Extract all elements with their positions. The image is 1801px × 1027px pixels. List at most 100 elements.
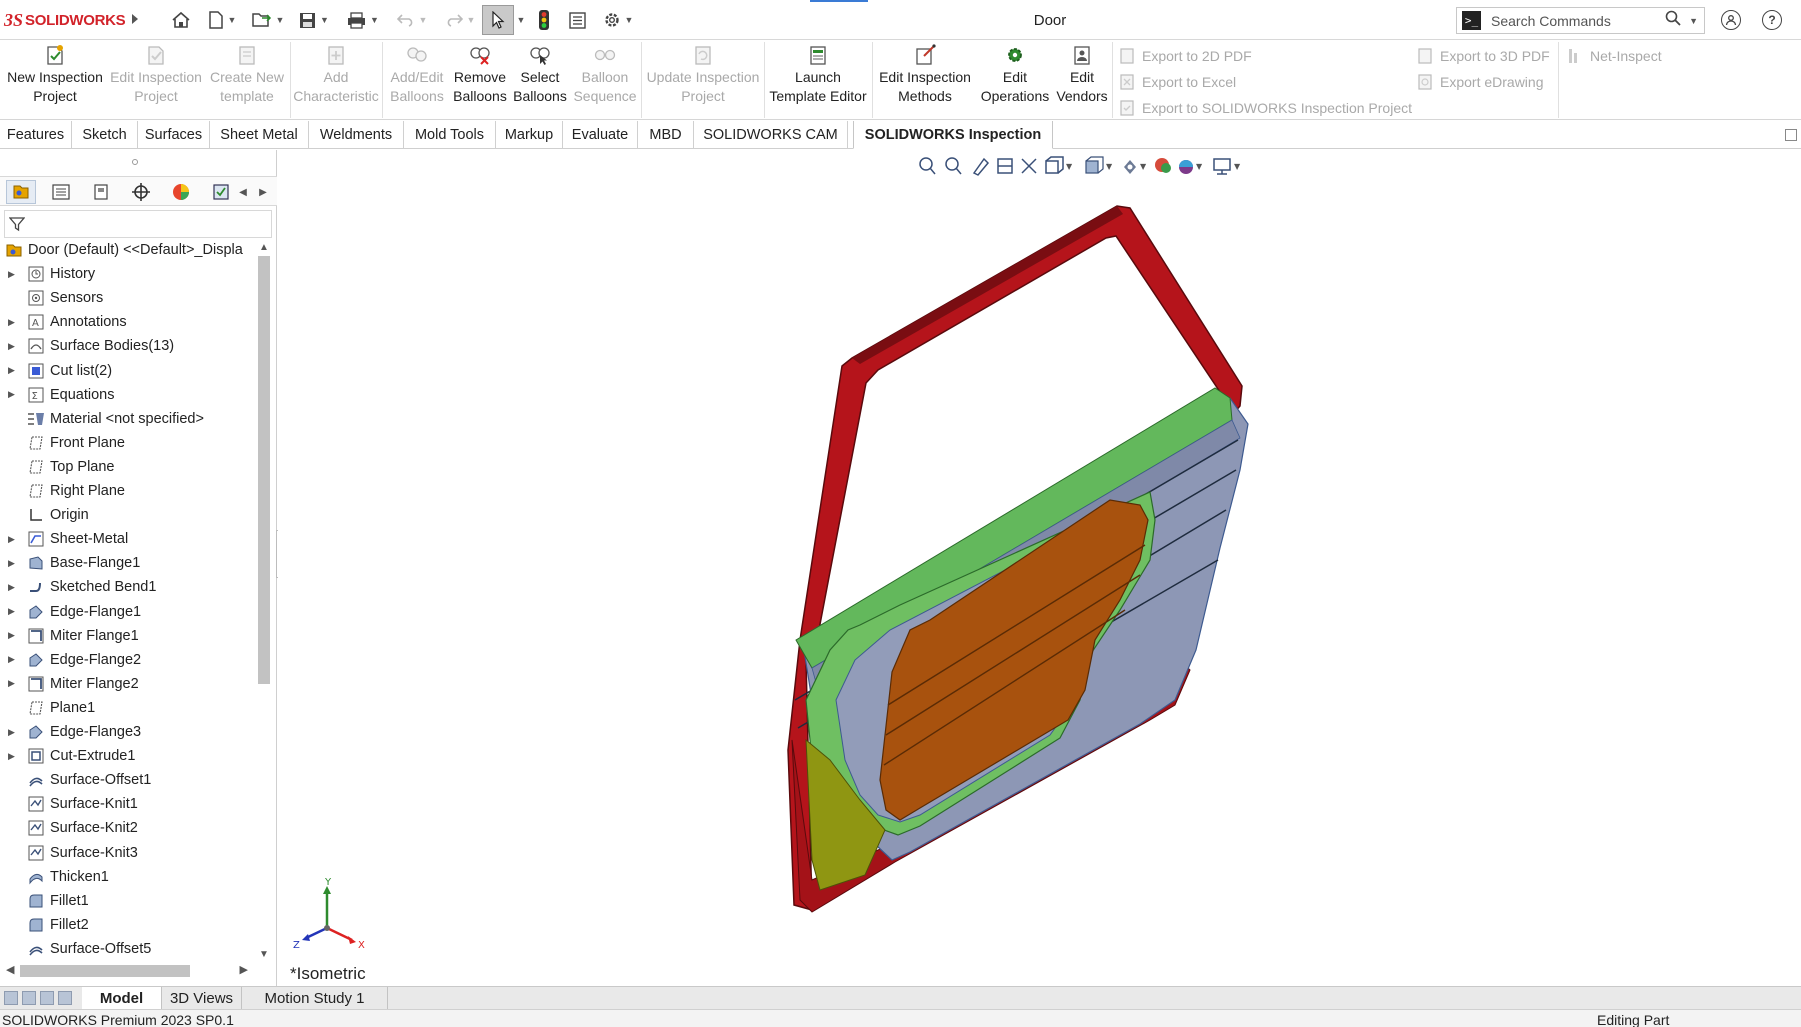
export-2d-pdf-button[interactable]: Export to 2D PDF (1118, 45, 1252, 67)
expand-arrow-icon[interactable]: ▶ (8, 365, 20, 376)
expand-arrow-icon[interactable]: ▶ (8, 678, 20, 689)
menu-flyout-arrow-icon[interactable] (132, 14, 138, 24)
first-tab-icon[interactable] (4, 991, 18, 1005)
tab-3d-views[interactable]: 3D Views (162, 987, 242, 1009)
tab-markup[interactable]: Markup (496, 121, 563, 149)
door-model-3d[interactable] (278, 150, 1801, 986)
tree-item[interactable]: Surface-Knit1 (0, 792, 258, 816)
options-gear-icon[interactable]: ▼ (600, 9, 636, 31)
expand-arrow-icon[interactable]: ▶ (8, 269, 20, 280)
next-tab-icon[interactable] (40, 991, 54, 1005)
remove-balloons-button[interactable]: Remove Balloons (452, 44, 508, 118)
tree-item[interactable]: ▶ Cut list(2) (0, 359, 258, 383)
scroll-thumb[interactable] (20, 965, 190, 977)
tree-item[interactable]: ▶ History (0, 262, 258, 286)
add-characteristic-button[interactable]: Add Characteristic (293, 44, 379, 118)
file-properties-icon[interactable] (566, 9, 588, 31)
new-document-icon[interactable]: ▼ (204, 9, 240, 31)
help-icon[interactable]: ? (1762, 10, 1782, 30)
prev-tab-icon[interactable] (22, 991, 36, 1005)
export-3d-pdf-button[interactable]: Export to 3D PDF (1416, 45, 1550, 67)
scroll-up-icon[interactable]: ▲ (259, 242, 269, 253)
redo-icon[interactable]: ▼ (440, 9, 480, 31)
tree-item[interactable]: Fillet2 (0, 913, 258, 937)
search-commands-box[interactable]: >_ Search Commands ▼ (1456, 7, 1705, 34)
expand-arrow-icon[interactable]: ▶ (8, 606, 20, 617)
feature-manager-tab-icon[interactable] (6, 180, 36, 204)
net-inspect-button[interactable]: Net-Inspect (1566, 45, 1662, 67)
tree-item[interactable]: ▶ Cut-Extrude1 (0, 744, 258, 768)
tree-root-door[interactable]: Door (Default) <<Default>_Displa (0, 238, 258, 262)
last-tab-icon[interactable] (58, 991, 72, 1005)
tab-solidworks-inspection[interactable]: SOLIDWORKS Inspection (853, 121, 1053, 149)
tree-item[interactable]: Fillet1 (0, 889, 258, 913)
tab-model[interactable]: Model (82, 987, 162, 1009)
tree-item[interactable]: ▶ Miter Flange2 (0, 672, 258, 696)
select-balloons-button[interactable]: Select Balloons (512, 44, 568, 118)
tree-item[interactable]: Thicken1 (0, 865, 258, 889)
tab-weldments[interactable]: Weldments (309, 121, 404, 149)
tree-item[interactable]: ▶ Sheet-Metal (0, 527, 258, 551)
launch-template-editor-button[interactable]: Launch Template Editor (768, 44, 868, 118)
print-icon[interactable]: ▼ (344, 9, 382, 31)
tree-item[interactable]: Front Plane (0, 431, 258, 455)
inspection-tab-icon[interactable] (206, 180, 236, 204)
panel-tab-prev-icon[interactable]: ◀ (234, 180, 252, 204)
tab-evaluate[interactable]: Evaluate (563, 121, 638, 149)
tree-item[interactable]: ▶ Edge-Flange2 (0, 648, 258, 672)
tab-sketch[interactable]: Sketch (72, 121, 138, 149)
user-account-icon[interactable] (1721, 10, 1741, 30)
expand-arrow-icon[interactable]: ▶ (8, 751, 20, 762)
expand-arrow-icon[interactable]: ▶ (8, 317, 20, 328)
graphics-viewport[interactable]: ▼ ▼ ▼ ▼ ▼ Y X Z *Isometric (278, 150, 1801, 986)
tree-horizontal-scrollbar[interactable]: ◀ ▶ (4, 962, 254, 980)
save-icon[interactable]: ▼ (296, 9, 332, 31)
tree-item[interactable]: ▶ Surface Bodies(13) (0, 334, 258, 358)
tree-item[interactable]: ▶ Sketched Bend1 (0, 575, 258, 599)
home-icon[interactable] (170, 9, 192, 31)
open-icon[interactable]: ▼ (250, 9, 286, 31)
expand-arrow-icon[interactable]: ▶ (8, 654, 20, 665)
export-edrawing-button[interactable]: Export eDrawing (1416, 71, 1544, 93)
select-dropdown-arrow-icon[interactable]: ▼ (515, 9, 527, 31)
search-dropdown-icon[interactable]: ▼ (1689, 16, 1698, 26)
tree-item[interactable]: ▶ Base-Flange1 (0, 551, 258, 575)
tree-item[interactable]: Surface-Offset1 (0, 768, 258, 792)
expand-arrow-icon[interactable]: ▶ (8, 534, 20, 545)
tree-vertical-scrollbar[interactable]: ▲ ▼ (256, 242, 272, 960)
undo-icon[interactable]: ▼ (392, 9, 432, 31)
balloon-sequence-button[interactable]: Balloon Sequence (572, 44, 638, 118)
tab-mbd[interactable]: MBD (638, 121, 694, 149)
edit-vendors-button[interactable]: Edit Vendors (1056, 44, 1108, 118)
add-edit-balloons-button[interactable]: Add/Edit Balloons (386, 44, 448, 118)
new-inspection-project-button[interactable]: New Inspection Project (4, 44, 106, 118)
tree-item[interactable]: ▶ Edge-Flange3 (0, 720, 258, 744)
solidworks-logo[interactable]: 3S SOLIDWORKS (4, 9, 126, 31)
export-excel-button[interactable]: Export to Excel (1118, 71, 1236, 93)
expand-arrow-icon[interactable]: ▶ (8, 582, 20, 593)
tree-item[interactable]: ▶ Σ Equations (0, 383, 258, 407)
tree-item[interactable]: Surface-Offset5 (0, 937, 258, 958)
scroll-left-icon[interactable]: ◀ (6, 963, 14, 976)
tree-item[interactable]: Sensors (0, 286, 258, 310)
edit-inspection-methods-button[interactable]: Edit Inspection Methods (876, 44, 974, 118)
traffic-light-icon[interactable] (534, 9, 554, 31)
tab-motion-study[interactable]: Motion Study 1 (242, 987, 388, 1009)
tab-solidworks-cam[interactable]: SOLIDWORKS CAM (694, 121, 848, 149)
expand-arrow-icon[interactable]: ▶ (8, 727, 20, 738)
scroll-down-icon[interactable]: ▼ (259, 949, 269, 960)
update-inspection-project-button[interactable]: Update Inspection Project (646, 44, 760, 118)
expand-arrow-icon[interactable]: ▶ (8, 341, 20, 352)
filter-icon[interactable] (8, 216, 26, 235)
tree-item[interactable]: Surface-Knit3 (0, 841, 258, 865)
scroll-thumb[interactable] (258, 256, 270, 684)
property-manager-tab-icon[interactable] (46, 180, 76, 204)
search-icon[interactable] (1665, 10, 1681, 31)
tree-item[interactable]: ▶ A Annotations (0, 310, 258, 334)
expand-arrow-icon[interactable]: ▶ (8, 558, 20, 569)
dimxpert-manager-tab-icon[interactable] (126, 180, 156, 204)
tree-item[interactable]: Surface-Knit2 (0, 816, 258, 840)
export-inspection-project-button[interactable]: Export to SOLIDWORKS Inspection Project (1118, 97, 1412, 119)
panel-grip-icon[interactable] (132, 159, 138, 165)
scroll-right-icon[interactable]: ▶ (240, 963, 248, 976)
